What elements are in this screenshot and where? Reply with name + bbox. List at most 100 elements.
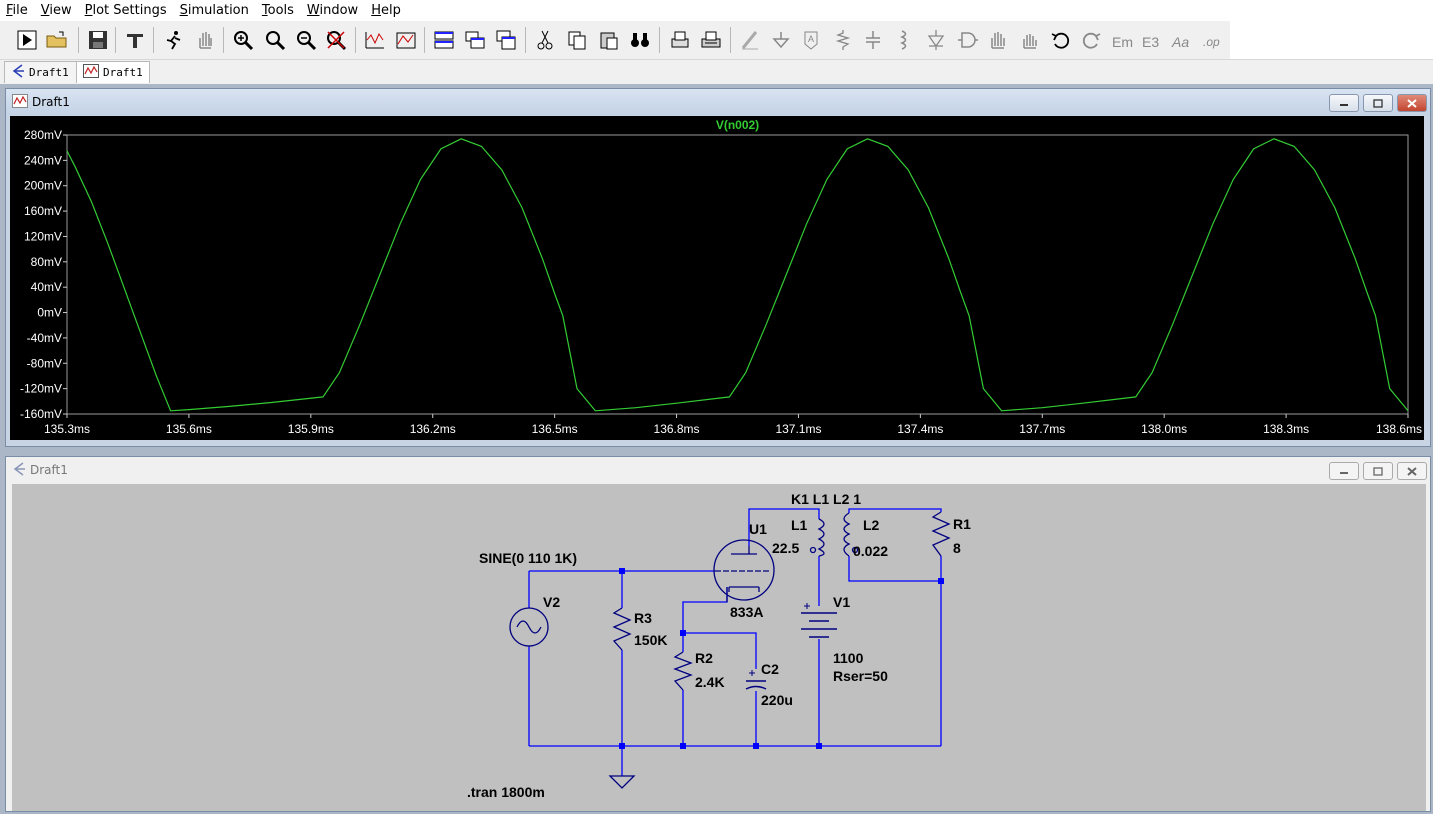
run-icon xyxy=(17,30,37,50)
v1-rser-label[interactable]: Rser=50 xyxy=(833,668,888,684)
trace-title-label[interactable]: V(n002) xyxy=(716,118,759,132)
tile-horizontal-button[interactable] xyxy=(431,26,457,54)
r3-value-label[interactable]: 150K xyxy=(634,632,667,648)
save-icon xyxy=(89,31,107,49)
cut-button[interactable] xyxy=(532,26,558,54)
l1-value-label[interactable]: 22.5 xyxy=(772,540,799,556)
minimize-button[interactable] xyxy=(1329,462,1359,480)
print-button[interactable] xyxy=(698,26,724,54)
c2-value-label[interactable]: 220u xyxy=(761,692,793,708)
find-button[interactable] xyxy=(627,26,653,54)
spice-directive-icon: .op xyxy=(1203,35,1220,49)
v1-label[interactable]: V1 xyxy=(833,594,850,610)
coupling-directive-label[interactable]: K1 L1 L2 1 xyxy=(791,491,861,507)
menu-bar: File View Plot Settings Simulation Tools Wind… xyxy=(0,0,1433,21)
l2-value-label[interactable]: 0.022 xyxy=(853,543,888,559)
zoom-in-button[interactable] xyxy=(230,26,256,54)
tran-directive-label[interactable]: .tran 1800m xyxy=(467,784,545,800)
y-tick-label: 200mV xyxy=(24,179,62,193)
l1-label[interactable]: L1 xyxy=(791,517,808,533)
diode-tool-button[interactable] xyxy=(923,26,949,54)
transformer-symbol[interactable] xyxy=(809,512,859,557)
rotate-icon: Em xyxy=(1112,34,1133,50)
schematic-canvas[interactable]: SINE(0 110 1K) V2 R3 150K U1 833A R2 2.4… xyxy=(12,484,1426,811)
close-button[interactable] xyxy=(1397,462,1427,480)
close-button[interactable] xyxy=(1397,94,1427,112)
junction-dots xyxy=(619,568,944,749)
menu-simulation[interactable]: Simulation xyxy=(174,3,256,18)
waveform-plot[interactable]: V(n002) 280mV 240mV 200mV 160mV 120mV 80mV 40mV… xyxy=(10,116,1424,440)
r2-value-label[interactable]: 2.4K xyxy=(695,674,725,690)
resistor-r3-symbol[interactable] xyxy=(612,607,632,651)
ground-icon[interactable] xyxy=(608,775,636,789)
toolbar-separator xyxy=(424,27,425,53)
x-tick-label: 138.6ms xyxy=(1376,422,1422,436)
zoom-fit-icon xyxy=(327,31,347,51)
waveform-icon xyxy=(83,64,99,81)
tab-schematic-draft1[interactable]: Draft1 xyxy=(4,61,82,83)
v2-label[interactable]: V2 xyxy=(543,594,560,610)
drag-hand-button[interactable] xyxy=(1016,26,1042,54)
r3-label[interactable]: R3 xyxy=(634,610,652,626)
save-button[interactable] xyxy=(85,26,111,54)
open-folder-button[interactable] xyxy=(44,26,70,54)
menu-view[interactable]: View xyxy=(35,3,79,18)
restore-button[interactable] xyxy=(1363,462,1393,480)
autorange-button[interactable] xyxy=(362,26,388,54)
resistor-tool-button[interactable] xyxy=(830,26,856,54)
c2-label[interactable]: C2 xyxy=(761,661,779,677)
copy-button[interactable] xyxy=(564,26,590,54)
zoom-fit-button[interactable] xyxy=(323,26,349,54)
redo-button[interactable] xyxy=(1078,26,1104,54)
zoom-pan-button[interactable] xyxy=(262,26,288,54)
run-simulation-button[interactable] xyxy=(160,26,186,54)
run-button[interactable] xyxy=(14,26,40,54)
mirror-button[interactable]: E3 xyxy=(1139,26,1165,54)
text-tool-button[interactable]: Aa xyxy=(1170,26,1196,54)
menu-window[interactable]: Window xyxy=(301,3,365,18)
r2-label[interactable]: R2 xyxy=(695,650,713,666)
tab-waveform-draft1[interactable]: Draft1 xyxy=(76,61,150,83)
zoom-out-button[interactable] xyxy=(293,26,319,54)
undo-button[interactable] xyxy=(1048,26,1074,54)
v1-value-label[interactable]: 1100 xyxy=(833,650,864,666)
waveform-chart[interactable]: V(n002) 280mV 240mV 200mV 160mV 120mV 80mV 40mV… xyxy=(10,116,1424,440)
menu-plot-settings[interactable]: Plot Settings xyxy=(79,3,174,18)
menu-file[interactable]: File xyxy=(0,3,35,18)
battery-v1-symbol[interactable] xyxy=(801,603,837,638)
toolbar-separator xyxy=(659,27,660,53)
print-preview-button[interactable] xyxy=(667,26,693,54)
inductor-tool-icon xyxy=(900,30,907,50)
resistor-r2-symbol[interactable] xyxy=(673,651,693,691)
inductor-tool-button[interactable] xyxy=(891,26,917,54)
restore-button[interactable] xyxy=(1363,94,1393,112)
grid-button[interactable] xyxy=(393,26,419,54)
plot-frame xyxy=(66,134,1409,415)
cascade-button[interactable] xyxy=(462,26,488,54)
rotate-button[interactable]: Em xyxy=(1109,26,1135,54)
move-hand-button[interactable] xyxy=(985,26,1011,54)
control-panel-button[interactable] xyxy=(122,26,148,54)
label-net-button[interactable]: A xyxy=(798,26,824,54)
draw-wire-button[interactable] xyxy=(737,26,763,54)
sine-source-symbol[interactable] xyxy=(509,607,549,647)
halt-hand-button[interactable] xyxy=(192,26,218,54)
sine-source-spec-label[interactable]: SINE(0 110 1K) xyxy=(479,550,577,566)
u1-value-label[interactable]: 833A xyxy=(730,604,763,620)
schematic-drawing[interactable]: SINE(0 110 1K) V2 R3 150K U1 833A R2 2.4… xyxy=(12,484,1426,811)
l2-label[interactable]: L2 xyxy=(863,517,880,533)
vacuum-tube-u1-symbol[interactable] xyxy=(713,539,775,602)
menu-help[interactable]: Help xyxy=(365,3,408,18)
minimize-button[interactable] xyxy=(1329,94,1359,112)
ground-tool-button[interactable] xyxy=(768,26,794,54)
r1-value-label[interactable]: 8 xyxy=(953,540,961,556)
menu-tools[interactable]: Tools xyxy=(256,3,301,18)
paste-button[interactable] xyxy=(596,26,622,54)
resistor-r1-symbol[interactable] xyxy=(931,511,951,557)
r1-label[interactable]: R1 xyxy=(953,516,971,532)
component-tool-button[interactable] xyxy=(954,26,980,54)
tile-vertical-button[interactable] xyxy=(493,26,519,54)
capacitor-tool-button[interactable] xyxy=(860,26,886,54)
u1-label[interactable]: U1 xyxy=(749,521,767,537)
spice-directive-button[interactable]: .op xyxy=(1201,26,1227,54)
